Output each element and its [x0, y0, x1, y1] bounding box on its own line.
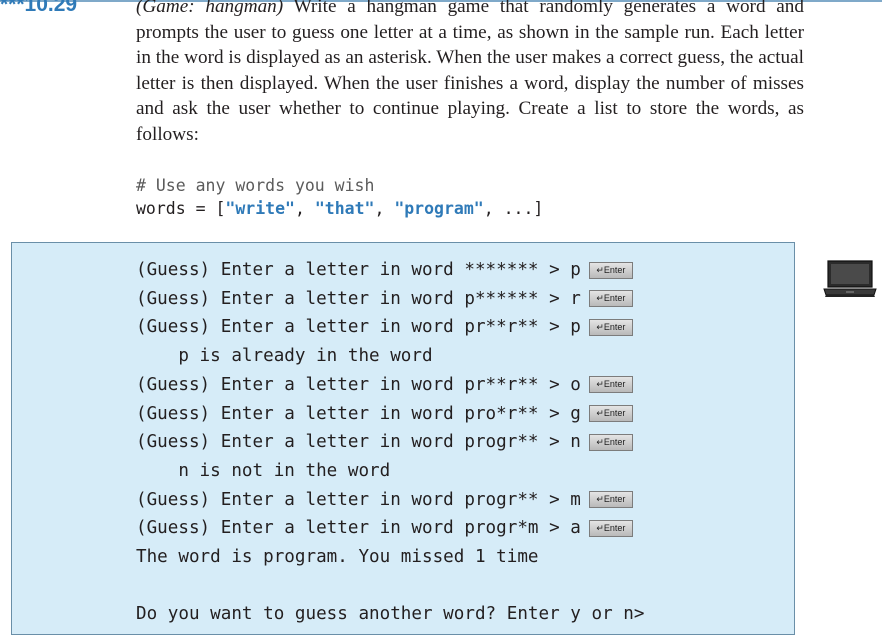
sample-run-line: (Guess) Enter a letter in word progr*m >…	[136, 517, 633, 539]
sample-run-text: Do you want to guess another word? Enter…	[136, 604, 645, 625]
enter-key-icon: ↵Enter	[588, 376, 633, 394]
code-line-prefix: words = [	[136, 199, 226, 218]
enter-key-icon: ↵Enter	[588, 318, 633, 336]
sample-run-line: (Guess) Enter a letter in word pr**r** >…	[136, 374, 633, 396]
problem-title: (Game: hangman)	[136, 0, 284, 17]
exercise-number-value: 10.29	[24, 0, 78, 16]
problem-body: Write a hangman game that randomly gener…	[136, 0, 804, 145]
code-string-write: "write"	[225, 199, 295, 218]
laptop-icon	[823, 260, 877, 297]
code-line-suffix: , ...]	[483, 199, 544, 218]
code-string-program: "program"	[394, 199, 484, 218]
sample-run-line: Do you want to guess another word? Enter…	[136, 603, 644, 625]
sample-run-line: (Guess) Enter a letter in word ******* >…	[136, 259, 633, 281]
exercise-number: ***10.29	[0, 0, 120, 17]
sample-run-text: The word is program. You missed 1 time	[136, 547, 539, 567]
sample-run-text: (Guess) Enter a letter in word progr** >…	[136, 489, 581, 510]
enter-key-icon: ↵Enter	[588, 261, 633, 279]
sample-run-text: (Guess) Enter a letter in word p****** >…	[136, 288, 581, 309]
sample-run-text: (Guess) Enter a letter in word pr**r** >…	[136, 374, 581, 395]
sample-run-line: (Guess) Enter a letter in word p****** >…	[136, 288, 633, 310]
code-string-that: "that"	[314, 199, 375, 218]
code-snippet: # Use any words you wish words = ["write…	[136, 174, 543, 220]
enter-key-icon: ↵Enter	[588, 405, 633, 422]
code-separator: ,	[294, 199, 315, 218]
sample-run-line: (Guess) Enter a letter in word pro*r** >…	[136, 403, 633, 425]
sample-run-text: (Guess) Enter a letter in word ******* >…	[136, 260, 581, 280]
sample-run-text: (Guess) Enter a letter in word progr** >…	[136, 432, 581, 453]
sample-run-text: (Guess) Enter a letter in word pr**r** >…	[136, 317, 581, 338]
sample-run-text: (Guess) Enter a letter in word pro*r** >…	[136, 403, 581, 424]
code-separator: ,	[374, 199, 395, 218]
sample-run-text: p is already in the word	[136, 346, 433, 367]
problem-statement: (Game: hangman) Write a hangman game tha…	[136, 0, 804, 147]
sample-run-line: p is already in the word	[136, 345, 433, 367]
sample-run-line: (Guess) Enter a letter in word pr**r** >…	[136, 316, 633, 338]
sample-run-text: (Guess) Enter a letter in word progr*m >…	[136, 518, 581, 539]
exercise-difficulty-stars: ***	[0, 0, 25, 16]
enter-key-icon: ↵Enter	[588, 491, 633, 509]
sample-run-line: The word is program. You missed 1 time	[136, 546, 539, 568]
sample-run-line: (Guess) Enter a letter in word progr** >…	[136, 489, 633, 511]
sample-run-line: (Guess) Enter a letter in word progr** >…	[136, 431, 633, 453]
sample-run-text: n is not in the word	[136, 460, 391, 481]
enter-key-icon: ↵Enter	[588, 519, 633, 537]
enter-key-icon: ↵Enter	[588, 433, 633, 451]
code-comment: # Use any words you wish	[136, 176, 375, 195]
sample-run-line: n is not in the word	[136, 460, 390, 482]
enter-key-icon: ↵Enter	[588, 290, 633, 308]
